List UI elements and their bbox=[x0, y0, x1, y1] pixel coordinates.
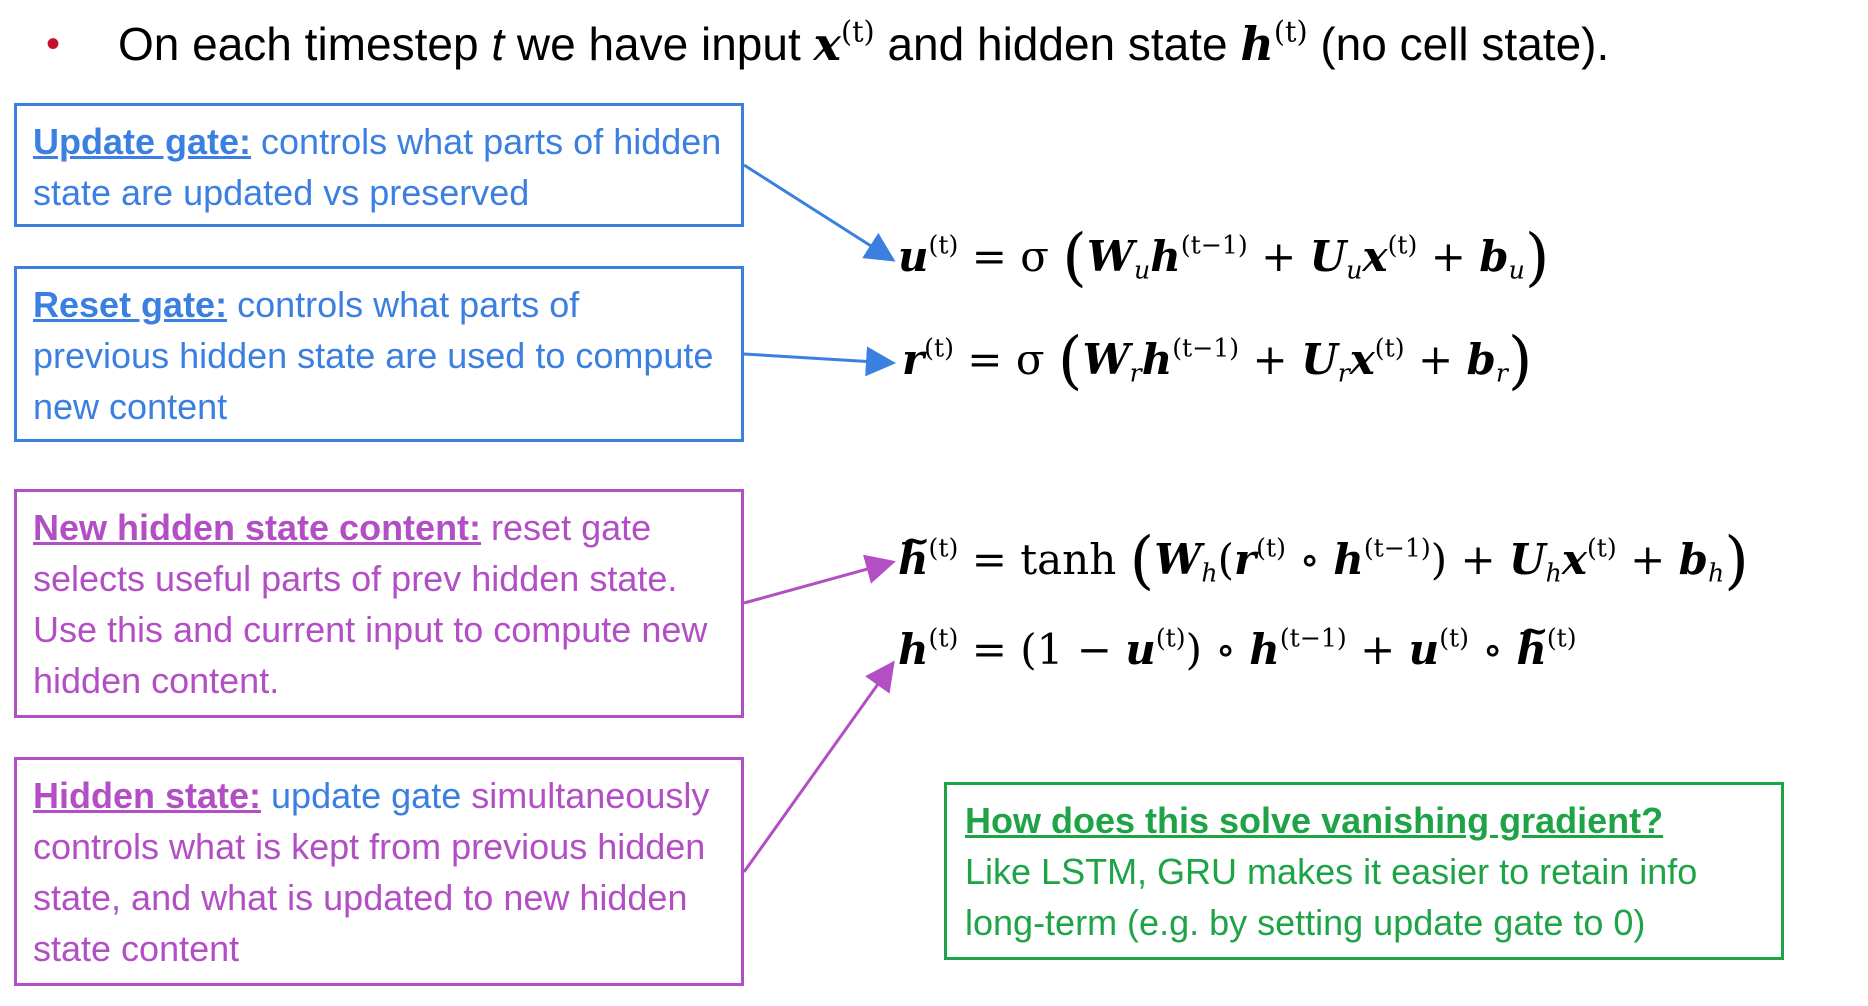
arrow-reset-gate bbox=[743, 346, 896, 377]
connector-arrows bbox=[742, 163, 896, 873]
arrow-hidden-state bbox=[742, 660, 895, 873]
arrow-update-gate bbox=[743, 163, 896, 262]
arrow-new-content bbox=[743, 554, 896, 605]
